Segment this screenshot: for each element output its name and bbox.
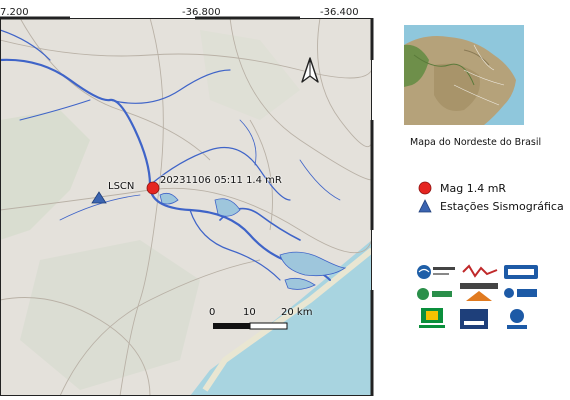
inset-caption: Mapa do Nordeste do Brasil [410, 137, 542, 148]
tick-label-right: -36.400 [320, 7, 359, 18]
labsis-logo [416, 262, 458, 282]
ufrn-logo [503, 262, 539, 282]
tick-label-middle: -36.800 [182, 7, 221, 18]
page: 20231106 05:11 1.4 mR LSCN 0 10 20 km 7.… [0, 0, 570, 400]
inset-map [404, 25, 524, 125]
legend-item-station: Estações Sismográfica [418, 199, 564, 213]
scale-label-20: 20 km [281, 307, 313, 318]
station-label: LSCN [108, 181, 135, 192]
legend-item-event: Mag 1.4 mR [418, 181, 506, 195]
inct-logo [416, 285, 456, 303]
estudos-logo [460, 283, 498, 303]
cnpq-logo [503, 284, 539, 302]
legend-label-event: Mag 1.4 mR [440, 181, 507, 195]
petrobras-logo [419, 308, 445, 330]
legend-label-station: Estações Sismográfica [440, 199, 564, 213]
tick-label-left: 7.200 [0, 7, 29, 18]
scale-label-0: 0 [209, 307, 216, 318]
red-circle-icon [418, 181, 432, 195]
scale-label-10: 10 [243, 307, 256, 318]
event-label: 20231106 05:11 1.4 mR [160, 175, 282, 186]
asbr-logo [460, 309, 488, 329]
scale-bar [213, 322, 288, 330]
cprm-logo [505, 308, 529, 330]
rsisne-logo [461, 262, 499, 282]
blue-triangle-icon [418, 199, 432, 213]
event-marker[interactable] [146, 181, 160, 195]
